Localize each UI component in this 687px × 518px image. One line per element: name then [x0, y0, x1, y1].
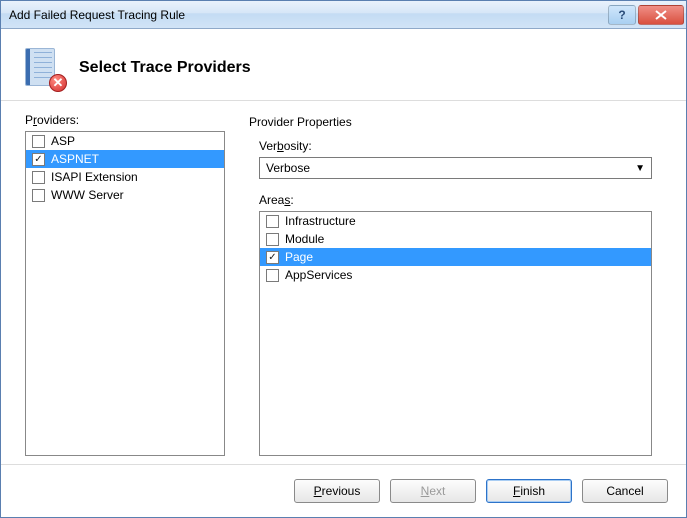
wizard-header: ✕ Select Trace Providers [1, 29, 686, 101]
area-item-label: AppServices [285, 268, 352, 282]
page-title: Select Trace Providers [79, 59, 251, 77]
provider-item-label: WWW Server [51, 188, 124, 202]
window-title: Add Failed Request Tracing Rule [9, 8, 608, 22]
next-button: Next [390, 479, 476, 503]
checkbox[interactable] [266, 215, 279, 228]
finish-button[interactable]: Finish [486, 479, 572, 503]
checkbox[interactable] [32, 189, 45, 202]
error-badge-icon: ✕ [49, 74, 67, 92]
help-button[interactable]: ? [608, 5, 636, 25]
wizard-footer: Previous Next Finish Cancel [1, 464, 686, 517]
cancel-button[interactable]: Cancel [582, 479, 668, 503]
area-item-label: Page [285, 250, 313, 264]
providers-column: Providers: ASP ✓ ASPNET ISAPI Extension WWW … [25, 113, 225, 456]
checkbox[interactable] [32, 135, 45, 148]
provider-item[interactable]: ✓ ASPNET [26, 150, 224, 168]
chevron-down-icon: ▼ [635, 163, 645, 174]
properties-group-label: Provider Properties [249, 115, 662, 129]
verbosity-label: Verbosity: [259, 139, 662, 153]
checkbox[interactable] [32, 171, 45, 184]
provider-item-label: ASPNET [51, 152, 99, 166]
wizard-body: Providers: ASP ✓ ASPNET ISAPI Extension WWW … [1, 101, 686, 464]
area-item[interactable]: Module [260, 230, 651, 248]
provider-item[interactable]: WWW Server [26, 186, 224, 204]
areas-listbox[interactable]: Infrastructure Module ✓ Page AppServices [259, 211, 652, 456]
titlebar[interactable]: Add Failed Request Tracing Rule ? [1, 1, 686, 29]
provider-item[interactable]: ISAPI Extension [26, 168, 224, 186]
area-item[interactable]: ✓ Page [260, 248, 651, 266]
checkbox[interactable] [266, 233, 279, 246]
area-item-label: Module [285, 232, 324, 246]
close-button[interactable] [638, 5, 684, 25]
previous-button[interactable]: Previous [294, 479, 380, 503]
provider-item[interactable]: ASP [26, 132, 224, 150]
properties-column: Provider Properties Verbosity: Verbose ▼… [249, 113, 662, 456]
verbosity-value: Verbose [266, 161, 310, 175]
properties-panel: Verbosity: Verbose ▼ Areas: Infrastructu… [249, 135, 662, 456]
providers-label: Providers: [25, 113, 225, 127]
dialog-window: Add Failed Request Tracing Rule ? ✕ Sele… [0, 0, 687, 518]
checkbox[interactable]: ✓ [266, 251, 279, 264]
provider-item-label: ASP [51, 134, 75, 148]
area-item-label: Infrastructure [285, 214, 356, 228]
provider-item-label: ISAPI Extension [51, 170, 138, 184]
checkbox[interactable]: ✓ [32, 153, 45, 166]
area-item[interactable]: Infrastructure [260, 212, 651, 230]
providers-listbox[interactable]: ASP ✓ ASPNET ISAPI Extension WWW Server [25, 131, 225, 456]
area-item[interactable]: AppServices [260, 266, 651, 284]
window-buttons: ? [608, 5, 684, 25]
checkbox[interactable] [266, 269, 279, 282]
tracing-icon: ✕ [25, 48, 61, 88]
verbosity-select[interactable]: Verbose ▼ [259, 157, 652, 179]
areas-label: Areas: [259, 193, 662, 207]
